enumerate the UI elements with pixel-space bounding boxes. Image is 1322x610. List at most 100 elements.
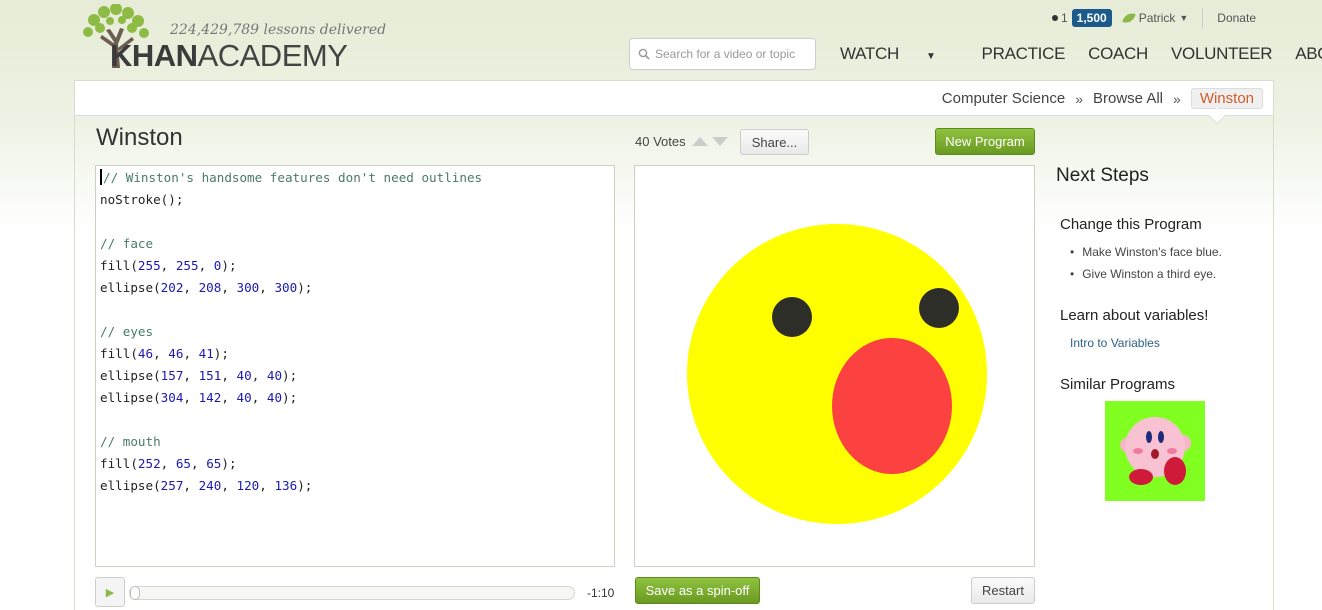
nav-coach[interactable]: COACH bbox=[1088, 44, 1148, 64]
similar-programs-heading: Similar Programs bbox=[1060, 376, 1176, 393]
code-line: fill(252, 65, 65); bbox=[100, 453, 614, 475]
brand-wordmark-light: ACADEMY bbox=[197, 38, 348, 73]
code-number: 151 bbox=[198, 368, 222, 383]
energy-count: 1 bbox=[1060, 11, 1068, 25]
code-token: , bbox=[183, 368, 199, 383]
code-number: 40 bbox=[236, 390, 252, 405]
nav-watch[interactable]: WATCH ▼ bbox=[840, 44, 959, 64]
code-token: ellipse( bbox=[100, 280, 161, 295]
code-number: 252 bbox=[137, 456, 161, 471]
kirby-thumbnail-icon bbox=[1120, 417, 1191, 485]
energy-point-icon bbox=[1051, 15, 1058, 21]
text-cursor bbox=[100, 169, 102, 185]
play-button[interactable]: ▶ bbox=[95, 577, 125, 607]
code-number: 255 bbox=[137, 258, 161, 273]
nav-about[interactable]: ABOUT bbox=[1295, 44, 1322, 64]
code-editor[interactable]: // Winston's handsome features don't nee… bbox=[95, 165, 615, 567]
code-token: , bbox=[160, 456, 176, 471]
breadcrumb-current: Winston bbox=[1190, 88, 1263, 109]
learn-variables-heading: Learn about variables! bbox=[1060, 307, 1209, 324]
next-steps-title: Next Steps bbox=[1056, 165, 1149, 186]
code-line: ellipse(202, 208, 300, 300); bbox=[100, 277, 614, 299]
code-token: , bbox=[221, 368, 237, 383]
code-line: // eyes bbox=[100, 321, 614, 343]
code-token: , bbox=[221, 478, 237, 493]
code-token: , bbox=[251, 390, 267, 405]
code-number: 142 bbox=[198, 390, 222, 405]
new-program-button[interactable]: New Program bbox=[935, 128, 1035, 155]
restart-button[interactable]: Restart bbox=[971, 577, 1035, 604]
code-token: , bbox=[183, 390, 199, 405]
breadcrumb-separator: » bbox=[1075, 90, 1083, 107]
code-number: 255 bbox=[175, 258, 199, 273]
code-line: ellipse(257, 240, 120, 136); bbox=[100, 475, 614, 497]
search-box[interactable] bbox=[629, 38, 816, 70]
code-line: // mouth bbox=[100, 431, 614, 453]
points-badge[interactable]: 1,500 bbox=[1071, 9, 1112, 27]
code-token: , bbox=[183, 280, 199, 295]
donate-link[interactable]: Donate bbox=[1217, 11, 1256, 25]
scrubber-handle[interactable] bbox=[130, 586, 140, 600]
code-number: 65 bbox=[206, 456, 222, 471]
nav-practice[interactable]: PRACTICE bbox=[982, 44, 1066, 64]
code-token: fill( bbox=[100, 456, 138, 471]
breadcrumb: Computer Science » Browse All » Winston bbox=[74, 80, 1274, 125]
breadcrumb-browse-all[interactable]: Browse All bbox=[1093, 90, 1163, 107]
vote-widget: 40 Votes bbox=[635, 134, 728, 149]
code-number: 240 bbox=[198, 478, 222, 493]
winston-left-eye bbox=[772, 297, 812, 337]
topbar-divider bbox=[1202, 8, 1204, 28]
vote-down-icon[interactable] bbox=[711, 137, 728, 146]
code-token: ellipse( bbox=[100, 368, 161, 383]
similar-program-thumbnail[interactable] bbox=[1105, 401, 1205, 501]
code-token: , bbox=[198, 258, 214, 273]
play-icon: ▶ bbox=[105, 586, 115, 599]
code-number: 304 bbox=[160, 390, 184, 405]
leaf-icon bbox=[1121, 10, 1136, 26]
code-token: ellipse( bbox=[100, 390, 161, 405]
code-comment: // face bbox=[100, 236, 154, 251]
code-number: 300 bbox=[274, 280, 298, 295]
drawing-surface bbox=[687, 224, 987, 524]
code-number: 257 bbox=[160, 478, 184, 493]
code-number: 65 bbox=[175, 456, 192, 471]
code-number: 300 bbox=[236, 280, 260, 295]
search-input[interactable] bbox=[655, 47, 815, 61]
playback-timecode: -1:10 bbox=[587, 586, 615, 600]
lessons-delivered-tagline: 224,429,789 lessons delivered bbox=[170, 22, 387, 38]
breadcrumb-computer-science[interactable]: Computer Science bbox=[942, 90, 1065, 107]
chevron-down-icon[interactable]: ▼ bbox=[1179, 13, 1188, 23]
nav-watch-label: WATCH bbox=[840, 44, 899, 63]
playback-scrubber[interactable] bbox=[129, 586, 575, 600]
code-token: fill( bbox=[100, 346, 138, 361]
vote-up-icon[interactable] bbox=[691, 137, 708, 146]
code-line: // face bbox=[100, 233, 614, 255]
code-token: ); bbox=[213, 346, 229, 361]
intro-to-variables-link[interactable]: Intro to Variables bbox=[1070, 336, 1160, 350]
share-button[interactable]: Share... bbox=[740, 129, 809, 155]
change-suggestions-list: Make Winston's face blue. Give Winston a… bbox=[1070, 244, 1222, 288]
user-menu[interactable]: Patrick bbox=[1139, 11, 1176, 25]
vote-count: 40 Votes bbox=[635, 134, 686, 149]
brand-wordmark: KHANACADEMY bbox=[110, 38, 348, 74]
code-token: ); bbox=[297, 478, 313, 493]
code-number: 202 bbox=[160, 280, 184, 295]
code-token: ); bbox=[297, 280, 313, 295]
code-number: 136 bbox=[274, 478, 298, 493]
output-canvas[interactable] bbox=[634, 165, 1035, 567]
main-nav: WATCH ▼ PRACTICE COACH VOLUNTEER ABOUT bbox=[840, 44, 1322, 64]
page-title: Winston bbox=[96, 124, 183, 151]
winston-mouth bbox=[832, 338, 952, 474]
nav-volunteer[interactable]: VOLUNTEER bbox=[1171, 44, 1273, 64]
code-token: , bbox=[251, 368, 267, 383]
save-spinoff-button[interactable]: Save as a spin-off bbox=[635, 577, 760, 604]
change-program-heading: Change this Program bbox=[1060, 216, 1202, 233]
winston-right-eye bbox=[919, 288, 959, 328]
code-number: 40 bbox=[266, 390, 283, 405]
code-token: , bbox=[160, 258, 176, 273]
khan-academy-logo[interactable]: 224,429,789 lessons delivered KHANACADEM… bbox=[80, 4, 386, 73]
code-line: fill(46, 46, 41); bbox=[100, 343, 614, 365]
